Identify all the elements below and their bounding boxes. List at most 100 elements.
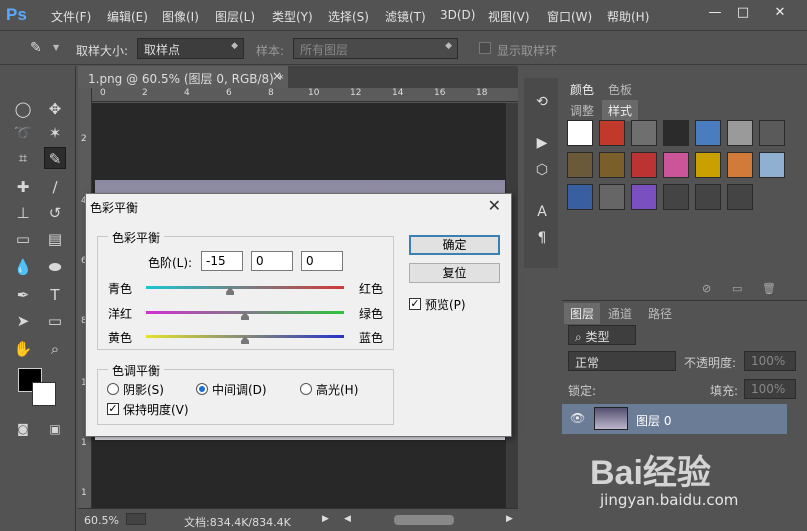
history-brush-tool-icon[interactable]: ↺	[44, 202, 66, 224]
reset-button[interactable]: 复位	[409, 263, 500, 283]
eyedropper-tool-icon[interactable]: ✎	[44, 147, 66, 169]
opacity-input[interactable]: 100%	[744, 351, 796, 371]
arrow-right-icon[interactable]: ▶	[506, 514, 513, 524]
lasso-tool-icon[interactable]: ➰	[12, 122, 34, 144]
preserve-luminosity-checkbox[interactable]: ✓	[107, 403, 119, 415]
visibility-eye-icon[interactable]: 👁	[570, 411, 585, 425]
menu-select[interactable]: 选择(S)	[328, 8, 369, 25]
arrow-left-icon[interactable]: ◀	[344, 514, 351, 524]
radio-shadows-label[interactable]: 阴影(S)	[123, 381, 164, 398]
menu-type[interactable]: 类型(Y)	[272, 8, 313, 25]
3d-icon[interactable]: ⬡	[533, 162, 551, 180]
style-swatch[interactable]	[599, 120, 625, 146]
style-swatch[interactable]	[567, 152, 593, 178]
style-swatch[interactable]	[759, 120, 785, 146]
style-swatch[interactable]	[695, 184, 721, 210]
radio-midtones-label[interactable]: 中间调(D)	[212, 381, 267, 398]
layer-row[interactable]: 👁 图层 0	[562, 404, 787, 434]
sample-size-select[interactable]: 取样点 ◆	[137, 38, 244, 59]
menu-filter[interactable]: 滤镜(T)	[385, 8, 426, 25]
style-swatch[interactable]	[599, 152, 625, 178]
blur-tool-icon[interactable]: 💧	[12, 256, 34, 278]
radio-midtones[interactable]	[196, 383, 208, 395]
radio-highlights[interactable]	[300, 383, 312, 395]
fill-input[interactable]: 100%	[744, 379, 796, 399]
tab-adjustments[interactable]: 调整	[564, 100, 600, 121]
move-tool-icon[interactable]: ✥	[44, 98, 66, 120]
ok-button[interactable]: 确定	[409, 235, 500, 255]
tab-channels[interactable]: 通道	[602, 303, 638, 324]
level-input-magenta-green[interactable]: 0	[251, 251, 293, 271]
no-style-icon[interactable]: ⊘	[702, 282, 711, 295]
zoom-level[interactable]: 60.5%	[84, 514, 119, 527]
menu-edit[interactable]: 编辑(E)	[107, 8, 148, 25]
cyan-red-slider[interactable]	[146, 286, 344, 289]
magic-wand-tool-icon[interactable]: ✶	[44, 122, 66, 144]
zoom-tool-icon[interactable]: ⌕	[44, 338, 66, 360]
eyedropper-icon[interactable]: ✎	[30, 40, 42, 56]
tab-layers[interactable]: 图层	[564, 303, 601, 324]
trash-icon[interactable]: 🗑	[762, 282, 776, 295]
style-swatch[interactable]	[727, 184, 753, 210]
paragraph-icon[interactable]: ¶	[533, 230, 551, 248]
style-swatch[interactable]	[599, 184, 625, 210]
layer-filter-select[interactable]: ⌕ 类型	[568, 325, 636, 345]
style-swatch[interactable]	[663, 184, 689, 210]
type-tool-icon[interactable]: T	[44, 284, 66, 306]
style-swatch[interactable]	[631, 152, 657, 178]
style-swatch[interactable]	[759, 152, 785, 178]
stamp-tool-icon[interactable]: ⊥	[12, 202, 34, 224]
menu-layer[interactable]: 图层(L)	[215, 8, 255, 25]
crop-tool-icon[interactable]: ⌗	[12, 147, 34, 169]
path-select-tool-icon[interactable]: ➤	[12, 310, 34, 332]
style-swatch[interactable]	[663, 152, 689, 178]
new-style-icon[interactable]: ▭	[732, 282, 742, 295]
tab-color[interactable]: 颜色	[564, 79, 601, 100]
menu-3d[interactable]: 3D(D)	[440, 8, 475, 22]
style-swatch[interactable]	[631, 184, 657, 210]
restore-button[interactable]: □	[733, 4, 753, 22]
arrow-right-icon[interactable]: ▶	[322, 514, 329, 524]
menu-help[interactable]: 帮助(H)	[607, 8, 649, 25]
tab-styles[interactable]: 样式	[602, 100, 639, 121]
close-icon[interactable]: ✕	[488, 196, 501, 215]
tab-paths[interactable]: 路径	[642, 303, 678, 324]
close-tab-icon[interactable]: ×	[272, 69, 282, 83]
status-icon[interactable]	[126, 513, 146, 525]
style-swatch[interactable]	[695, 152, 721, 178]
layer-name[interactable]: 图层 0	[636, 412, 671, 429]
style-swatch[interactable]	[631, 120, 657, 146]
style-swatch[interactable]	[727, 120, 753, 146]
preview-checkbox[interactable]: ✓	[409, 298, 421, 310]
style-swatch[interactable]	[727, 152, 753, 178]
dodge-tool-icon[interactable]: ⬬	[44, 256, 66, 278]
quick-mask-icon[interactable]: ◙	[12, 418, 34, 440]
history-icon[interactable]: ⟲	[533, 94, 551, 112]
blend-mode-select[interactable]: 正常	[568, 351, 676, 371]
radio-highlights-label[interactable]: 高光(H)	[316, 381, 358, 398]
menu-view[interactable]: 视图(V)	[488, 8, 530, 25]
preview-label[interactable]: 预览(P)	[425, 296, 466, 313]
preserve-luminosity-label[interactable]: 保持明度(V)	[123, 401, 189, 418]
level-input-cyan-red[interactable]: -15	[201, 251, 243, 271]
shape-tool-icon[interactable]: ▭	[44, 310, 66, 332]
minimize-button[interactable]: —	[705, 4, 725, 22]
document-tab[interactable]: 1.png @ 60.5% (图层 0, RGB/8) * ×	[78, 66, 288, 88]
close-window-button[interactable]: ✕	[770, 4, 790, 22]
style-swatch[interactable]	[567, 120, 593, 146]
tab-swatches[interactable]: 色板	[602, 79, 638, 100]
pen-tool-icon[interactable]: ✒	[12, 284, 34, 306]
chevron-down-icon[interactable]: ▼	[53, 43, 59, 52]
menu-window[interactable]: 窗口(W)	[547, 8, 592, 25]
gradient-tool-icon[interactable]: ▤	[44, 228, 66, 250]
hand-tool-icon[interactable]: ✋	[12, 338, 34, 360]
style-swatch[interactable]	[695, 120, 721, 146]
radio-shadows[interactable]	[107, 383, 119, 395]
healing-tool-icon[interactable]: ✚	[12, 176, 34, 198]
level-input-yellow-blue[interactable]: 0	[301, 251, 343, 271]
character-icon[interactable]: A	[533, 204, 551, 222]
sample-select[interactable]: 所有图层 ◆	[293, 38, 458, 59]
show-ring-checkbox[interactable]	[479, 42, 491, 54]
style-swatch[interactable]	[567, 184, 593, 210]
style-swatch[interactable]	[663, 120, 689, 146]
